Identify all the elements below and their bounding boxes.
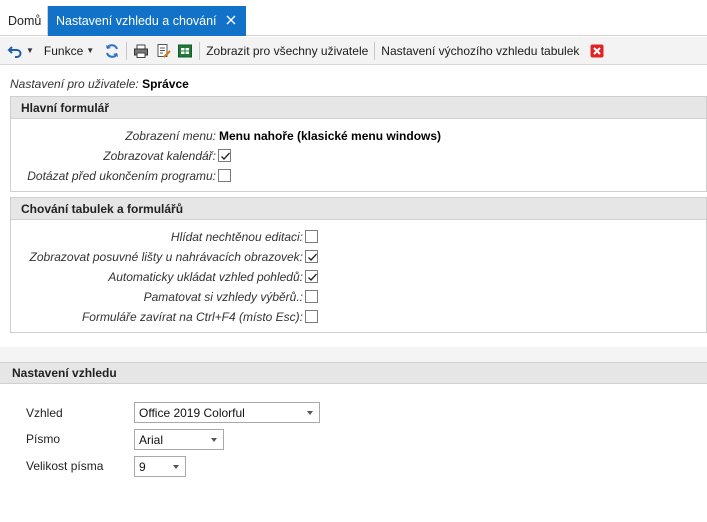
- section-title: Nastavení vzhledu: [0, 362, 707, 384]
- excel-icon: [178, 44, 193, 57]
- user-label: Nastavení pro uživatele:: [10, 77, 139, 91]
- close-icon[interactable]: [224, 13, 238, 27]
- behavior-label-4: Formuláře zavírat na Ctrl+F4 (místo Esc)…: [81, 310, 303, 324]
- behavior-label-1: Zobrazovat posuvné lišty u nahrávacích o…: [29, 250, 303, 264]
- print-preview-button[interactable]: [152, 40, 174, 62]
- autosave-views-checkbox[interactable]: [305, 270, 318, 283]
- tab-bar: Domů Nastavení vzhledu a chování: [0, 0, 707, 36]
- chevron-down-icon: [307, 411, 313, 415]
- ask-exit-row: Dotázat před ukončením programu:: [11, 167, 216, 185]
- close-settings-button[interactable]: [586, 40, 608, 62]
- scrollbars-checkbox[interactable]: [305, 250, 318, 263]
- font-label: Písmo: [26, 432, 61, 446]
- chevron-down-icon: [211, 438, 217, 442]
- default-table-look-label: Nastavení výchozího vzhledu tabulek: [381, 43, 580, 58]
- undo-icon: [7, 45, 22, 58]
- font-size-value: 9: [139, 459, 146, 474]
- group-title: Chování tabulek a formulářů: [11, 198, 706, 220]
- undo-button[interactable]: ▼: [4, 40, 37, 62]
- behavior-label-3: Pamatovat si vzhledy výběrů.:: [143, 290, 303, 304]
- menu-display-label: Zobrazení menu:: [125, 129, 216, 143]
- menu-display-row: Zobrazení menu:: [11, 127, 216, 145]
- printer-icon: [134, 44, 149, 58]
- behavior-label-0: Hlídat nechtěnou editaci:: [170, 230, 303, 244]
- toolbar-separator: [126, 41, 128, 60]
- theme-label: Vzhled: [26, 406, 63, 420]
- show-all-users-label: Zobrazit pro všechny uživatele: [206, 43, 369, 58]
- behavior-label-2: Automaticky ukládat vzhled pohledů:: [108, 270, 303, 284]
- tab-home[interactable]: Domů: [0, 6, 48, 36]
- main-form-group: Hlavní formulář Zobrazení menu: Menu nah…: [10, 96, 707, 192]
- theme-select[interactable]: Office 2019 Colorful: [134, 402, 320, 423]
- toolbar: ▼ Funkce ▼ Zobrazit pro všechny uživatel…: [0, 37, 707, 65]
- export-excel-button[interactable]: [174, 40, 196, 62]
- checkmark-icon: [221, 152, 230, 160]
- toolbar-separator: [374, 41, 376, 60]
- section-divider: [0, 347, 707, 362]
- font-value: Arial: [139, 432, 164, 447]
- close-red-icon: [590, 44, 604, 57]
- tab-home-label: Domů: [8, 14, 42, 28]
- guard-edit-checkbox[interactable]: [305, 230, 318, 243]
- ask-exit-checkbox[interactable]: [218, 169, 231, 182]
- theme-value: Office 2019 Colorful: [139, 405, 245, 420]
- calendar-label: Zobrazovat kalendář:: [103, 149, 216, 163]
- funkce-button[interactable]: Funkce ▼: [41, 40, 97, 62]
- tab-appearance-settings[interactable]: Nastavení vzhledu a chování: [48, 6, 246, 36]
- menu-display-value[interactable]: Menu nahoře (klasické menu windows): [219, 129, 441, 143]
- behavior-row: Hlídat nechtěnou editaci:: [11, 228, 303, 246]
- show-all-users-button[interactable]: Zobrazit pro všechny uživatele: [203, 40, 371, 62]
- ask-exit-label: Dotázat před ukončením programu:: [27, 169, 216, 183]
- font-size-select[interactable]: 9: [134, 456, 186, 477]
- ctrl-f4-close-checkbox[interactable]: [305, 310, 318, 323]
- user-value: Správce: [142, 77, 189, 91]
- remember-selections-checkbox[interactable]: [305, 290, 318, 303]
- behavior-group: Chování tabulek a formulářů Hlídat necht…: [10, 197, 707, 333]
- behavior-row: Pamatovat si vzhledy výběrů.:: [11, 288, 303, 306]
- tab-active-label: Nastavení vzhledu a chování: [56, 14, 217, 28]
- refresh-button[interactable]: [101, 40, 123, 62]
- default-table-look-button[interactable]: Nastavení výchozího vzhledu tabulek: [378, 40, 582, 62]
- refresh-icon: [106, 43, 119, 58]
- print-button[interactable]: [130, 40, 152, 62]
- calendar-checkbox[interactable]: [218, 149, 231, 162]
- chevron-down-icon: ▼: [26, 46, 34, 55]
- checkmark-icon: [308, 273, 317, 281]
- document-edit-icon: [157, 43, 171, 58]
- appearance-section: Nastavení vzhledu Vzhled Office 2019 Col…: [0, 362, 707, 522]
- font-size-label: Velikost písma: [26, 459, 104, 473]
- toolbar-separator: [199, 41, 201, 60]
- chevron-down-icon: ▼: [86, 46, 95, 55]
- user-settings-line: Nastavení pro uživatele: Správce: [10, 77, 189, 91]
- calendar-row: Zobrazovat kalendář:: [11, 147, 216, 165]
- funkce-label: Funkce: [43, 43, 84, 58]
- checkmark-icon: [308, 253, 317, 261]
- behavior-row: Zobrazovat posuvné lišty u nahrávacích o…: [11, 248, 303, 266]
- font-select[interactable]: Arial: [134, 429, 224, 450]
- behavior-row: Automaticky ukládat vzhled pohledů:: [11, 268, 303, 286]
- behavior-row: Formuláře zavírat na Ctrl+F4 (místo Esc)…: [11, 308, 303, 326]
- group-title: Hlavní formulář: [11, 97, 706, 119]
- chevron-down-icon: [173, 465, 179, 469]
